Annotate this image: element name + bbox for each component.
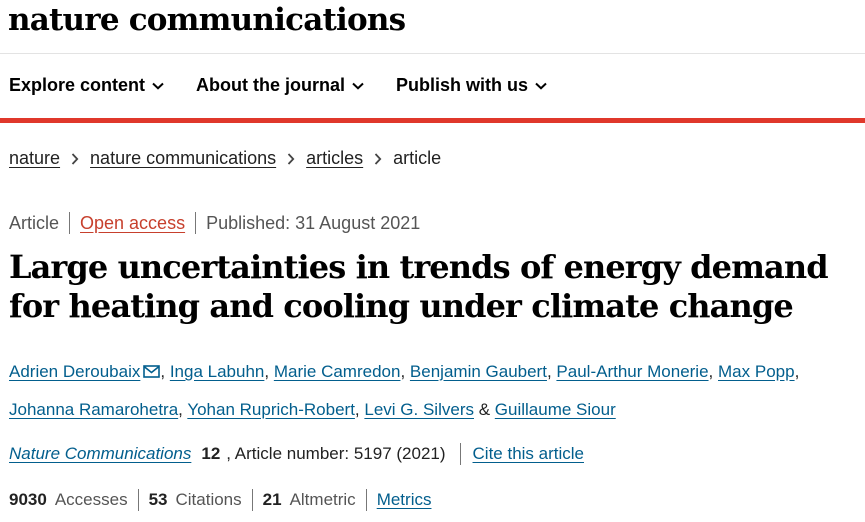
author-list: Adrien Deroubaix, Inga Labuhn, Marie Cam… <box>9 353 859 428</box>
altmetric-score: 21 <box>262 490 282 509</box>
nav-explore-content[interactable]: Explore content <box>9 75 164 96</box>
author-link[interactable]: Inga Labuhn <box>170 362 265 381</box>
article-metrics: 9030 Accesses 53 Citations 21 Altmetric … <box>9 489 431 511</box>
breadcrumb-link-nature[interactable]: nature <box>9 148 60 169</box>
divider <box>365 489 367 511</box>
author-separator: , <box>160 362 166 381</box>
breadcrumb-link-journal[interactable]: nature communications <box>90 148 276 169</box>
envelope-icon[interactable] <box>143 354 161 391</box>
divider <box>251 489 253 511</box>
breadcrumb-current: article <box>393 148 442 168</box>
citations-label: Citations <box>175 490 242 509</box>
divider <box>195 212 197 234</box>
author-separator: , <box>354 400 360 419</box>
author-separator: & <box>478 400 491 419</box>
main-nav: Explore content About the journal Publis… <box>9 75 579 96</box>
chevron-down-icon <box>535 82 547 90</box>
author-link[interactable]: Benjamin Gaubert <box>410 362 547 381</box>
author-separator: , <box>178 400 183 419</box>
article-type: Article <box>9 212 60 233</box>
author-link[interactable]: Johanna Ramarohetra <box>9 400 178 419</box>
metrics-link[interactable]: Metrics <box>377 490 432 510</box>
article-number: , Article number: 5197 (2021) <box>226 444 446 463</box>
article-meta: Article Open access Published: 31 August… <box>9 212 420 234</box>
breadcrumb-link-articles[interactable]: articles <box>306 148 363 169</box>
chevron-right-icon <box>374 152 382 165</box>
accent-bar <box>0 118 865 123</box>
journal-logo[interactable]: nature communications <box>8 2 406 38</box>
accesses-count: 9030 <box>9 490 47 509</box>
author-link[interactable]: Paul-Arthur Monerie <box>556 362 708 381</box>
author-link[interactable]: Guillaume Siour <box>495 400 616 419</box>
chevron-right-icon <box>71 152 79 165</box>
chevron-down-icon <box>352 82 364 90</box>
chevron-right-icon <box>287 152 295 165</box>
citation-line: Nature Communications 12 , Article numbe… <box>9 443 584 465</box>
open-access-link[interactable]: Open access <box>80 213 185 234</box>
divider <box>137 489 139 511</box>
author-link[interactable]: Max Popp <box>718 362 795 381</box>
nav-publish-with-us[interactable]: Publish with us <box>396 75 547 96</box>
author-separator: , <box>708 362 714 381</box>
divider <box>459 443 461 465</box>
volume-number: 12 <box>201 444 221 463</box>
author-link[interactable]: Adrien Deroubaix <box>9 362 140 381</box>
author-link[interactable]: Marie Camredon <box>274 362 401 381</box>
nav-about-the-journal[interactable]: About the journal <box>196 75 364 96</box>
accesses-label: Accesses <box>54 490 128 509</box>
nav-item-label: Publish with us <box>396 75 529 95</box>
author-separator: , <box>400 362 406 381</box>
header-divider <box>0 53 865 54</box>
nav-item-label: Explore content <box>9 75 146 95</box>
altmetric-label: Altmetric <box>289 490 356 509</box>
cite-article-link[interactable]: Cite this article <box>473 444 584 464</box>
breadcrumb: nature nature communications articles ar… <box>9 148 441 169</box>
citations-count: 53 <box>148 490 168 509</box>
article-title: Large uncertainties in trends of energy … <box>9 248 829 325</box>
nav-item-label: About the journal <box>196 75 346 95</box>
author-separator: , <box>546 362 552 381</box>
author-separator: , <box>264 362 270 381</box>
chevron-down-icon <box>152 82 164 90</box>
divider <box>69 212 71 234</box>
journal-link[interactable]: Nature Communications <box>9 444 191 464</box>
author-link[interactable]: Yohan Ruprich-Robert <box>187 400 355 419</box>
author-link[interactable]: Levi G. Silvers <box>364 400 474 419</box>
author-separator: , <box>794 362 800 381</box>
published-date: Published: 31 August 2021 <box>206 212 421 233</box>
